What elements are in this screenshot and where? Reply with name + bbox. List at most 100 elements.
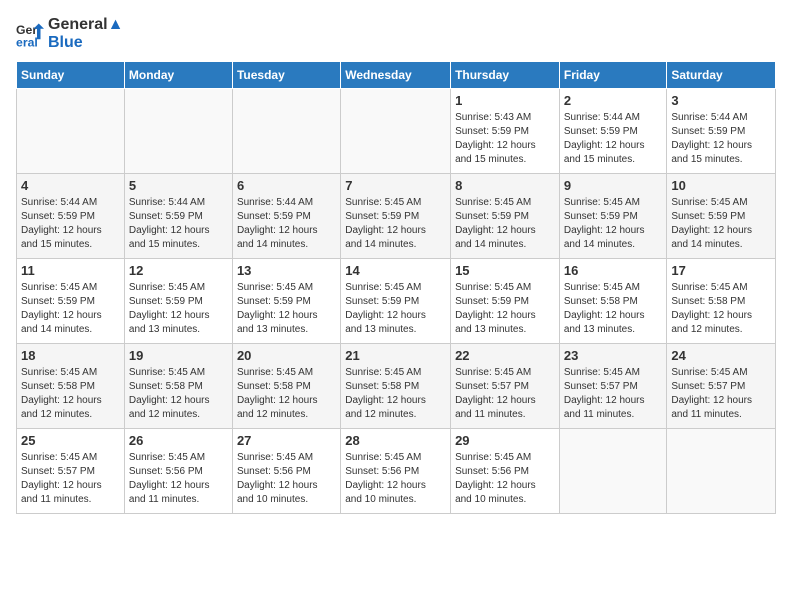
day-info: Sunrise: 5:45 AMSunset: 5:59 PMDaylight:… [455,281,555,337]
weekday-header-saturday: Saturday [667,62,776,89]
day-number: 8 [455,178,555,193]
day-number: 20 [237,348,336,363]
calendar-cell: 29 Sunrise: 5:45 AMSunset: 5:56 PMDayligh… [451,429,560,514]
calendar-cell: 24 Sunrise: 5:45 AMSunset: 5:57 PMDayligh… [667,344,776,429]
calendar-cell: 3Sunrise: 5:44 AMSunset: 5:59 PMDaylight… [667,89,776,174]
calendar-cell [124,89,232,174]
calendar-cell: 5 Sunrise: 5:44 AMSunset: 5:59 PMDaylight… [124,174,232,259]
calendar-cell: 10 Sunrise: 5:45 AMSunset: 5:59 PMDayligh… [667,174,776,259]
calendar-cell: 15 Sunrise: 5:45 AMSunset: 5:59 PMDayligh… [451,259,560,344]
calendar-cell: 14 Sunrise: 5:45 AMSunset: 5:59 PMDayligh… [341,259,451,344]
day-info: Sunrise: 5:45 AMSunset: 5:58 PMDaylight:… [21,366,120,422]
day-info: Sunrise: 5:45 AMSunset: 5:56 PMDaylight:… [455,451,555,507]
day-info: Sunrise: 5:44 AMSunset: 5:59 PMDaylight:… [564,111,663,167]
day-number: 13 [237,263,336,278]
day-info: Sunrise: 5:45 AMSunset: 5:58 PMDaylight:… [564,281,663,337]
calendar-week-row: 25 Sunrise: 5:45 AMSunset: 5:57 PMDayligh… [17,429,776,514]
weekday-header-friday: Friday [559,62,667,89]
day-info: Sunrise: 5:45 AMSunset: 5:59 PMDaylight:… [564,196,663,252]
calendar-cell: 26 Sunrise: 5:45 AMSunset: 5:56 PMDayligh… [124,429,232,514]
calendar-cell [17,89,125,174]
day-info: Sunrise: 5:45 AMSunset: 5:58 PMDaylight:… [237,366,336,422]
calendar-cell: 7Sunrise: 5:45 AMSunset: 5:59 PMDaylight… [341,174,451,259]
day-number: 17 [671,263,771,278]
calendar-week-row: 1 Sunrise: 5:43 AMSunset: 5:59 PMDaylight… [17,89,776,174]
day-number: 10 [671,178,771,193]
day-number: 9 [564,178,663,193]
logo-icon: Gen eral [16,20,44,48]
calendar-cell: 2 Sunrise: 5:44 AMSunset: 5:59 PMDaylight… [559,89,667,174]
day-number: 5 [129,178,228,193]
day-number: 21 [345,348,446,363]
day-info: Sunrise: 5:45 AMSunset: 5:59 PMDaylight:… [345,281,446,337]
day-info: Sunrise: 5:45 AMSunset: 5:59 PMDaylight:… [455,196,555,252]
day-number: 14 [345,263,446,278]
calendar-cell: 25 Sunrise: 5:45 AMSunset: 5:57 PMDayligh… [17,429,125,514]
day-info: Sunrise: 5:45 AMSunset: 5:58 PMDaylight:… [671,281,771,337]
calendar-cell [232,89,340,174]
day-number: 15 [455,263,555,278]
day-number: 7 [345,178,446,193]
calendar-cell: 22Sunrise: 5:45 AMSunset: 5:57 PMDayligh… [451,344,560,429]
day-number: 29 [455,433,555,448]
day-number: 6 [237,178,336,193]
day-number: 12 [129,263,228,278]
day-info: Sunrise: 5:45 AMSunset: 5:58 PMDaylight:… [345,366,446,422]
calendar-cell: 11Sunrise: 5:45 AMSunset: 5:59 PMDayligh… [17,259,125,344]
calendar-table: SundayMondayTuesdayWednesdayThursdayFrid… [16,61,776,514]
calendar-cell: 20 Sunrise: 5:45 AMSunset: 5:58 PMDayligh… [232,344,340,429]
weekday-header-wednesday: Wednesday [341,62,451,89]
day-info: Sunrise: 5:45 AMSunset: 5:57 PMDaylight:… [671,366,771,422]
calendar-cell [559,429,667,514]
page-header: Gen eral General▲ Blue [16,16,776,51]
day-info: Sunrise: 5:45 AMSunset: 5:56 PMDaylight:… [345,451,446,507]
weekday-header-thursday: Thursday [451,62,560,89]
calendar-week-row: 11 Sunrise: 5:45 AMSunset: 5:59 PMDayligh… [17,259,776,344]
calendar-week-row: 18 Sunrise: 5:45 AMSunset: 5:58 PMDayligh… [17,344,776,429]
day-number: 25 [21,433,120,448]
day-info: Sunrise: 5:44 AMSunset: 5:59 PMDaylight:… [21,196,120,252]
day-info: Sunrise: 5:45 AMSunset: 5:57 PMDaylight:… [21,451,120,507]
logo-line2: Blue [48,34,123,52]
calendar-cell: 16 Sunrise: 5:45 AMSunset: 5:58 PMDayligh… [559,259,667,344]
day-info: Sunrise: 5:45 AMSunset: 5:58 PMDaylight:… [129,366,228,422]
calendar-cell: 8 Sunrise: 5:45 AMSunset: 5:59 PMDaylight… [451,174,560,259]
calendar-cell: 27 Sunrise: 5:45 AMSunset: 5:56 PMDayligh… [232,429,340,514]
logo: Gen eral General▲ Blue [16,16,123,51]
day-number: 11 [21,263,120,278]
calendar-cell [341,89,451,174]
day-info: Sunrise: 5:45 AMSunset: 5:56 PMDaylight:… [129,451,228,507]
svg-text:eral: eral [16,35,38,48]
weekday-header-monday: Monday [124,62,232,89]
day-info: Sunrise: 5:43 AMSunset: 5:59 PMDaylight:… [455,111,555,167]
calendar-cell: 21 Sunrise: 5:45 AMSunset: 5:58 PMDayligh… [341,344,451,429]
day-info: Sunrise: 5:44 AMSunset: 5:59 PMDaylight:… [237,196,336,252]
calendar-cell: 17 Sunrise: 5:45 AMSunset: 5:58 PMDayligh… [667,259,776,344]
calendar-cell: 19 Sunrise: 5:45 AMSunset: 5:58 PMDayligh… [124,344,232,429]
calendar-cell: 13Sunrise: 5:45 AMSunset: 5:59 PMDayligh… [232,259,340,344]
logo-line1: General▲ [48,16,123,34]
day-info: Sunrise: 5:45 AMSunset: 5:56 PMDaylight:… [237,451,336,507]
calendar-cell: 4 Sunrise: 5:44 AMSunset: 5:59 PMDaylight… [17,174,125,259]
day-info: Sunrise: 5:45 AMSunset: 5:57 PMDaylight:… [564,366,663,422]
day-info: Sunrise: 5:45 AMSunset: 5:59 PMDaylight:… [671,196,771,252]
day-number: 2 [564,93,663,108]
calendar-cell [667,429,776,514]
day-number: 24 [671,348,771,363]
day-info: Sunrise: 5:44 AMSunset: 5:59 PMDaylight:… [129,196,228,252]
day-number: 26 [129,433,228,448]
day-number: 1 [455,93,555,108]
weekday-header-row: SundayMondayTuesdayWednesdayThursdayFrid… [17,62,776,89]
day-number: 16 [564,263,663,278]
day-info: Sunrise: 5:45 AMSunset: 5:57 PMDaylight:… [455,366,555,422]
calendar-cell: 1 Sunrise: 5:43 AMSunset: 5:59 PMDaylight… [451,89,560,174]
calendar-cell: 18 Sunrise: 5:45 AMSunset: 5:58 PMDayligh… [17,344,125,429]
weekday-header-sunday: Sunday [17,62,125,89]
day-number: 19 [129,348,228,363]
day-number: 3 [671,93,771,108]
day-number: 27 [237,433,336,448]
calendar-cell: 9 Sunrise: 5:45 AMSunset: 5:59 PMDaylight… [559,174,667,259]
day-number: 18 [21,348,120,363]
weekday-header-tuesday: Tuesday [232,62,340,89]
day-number: 4 [21,178,120,193]
